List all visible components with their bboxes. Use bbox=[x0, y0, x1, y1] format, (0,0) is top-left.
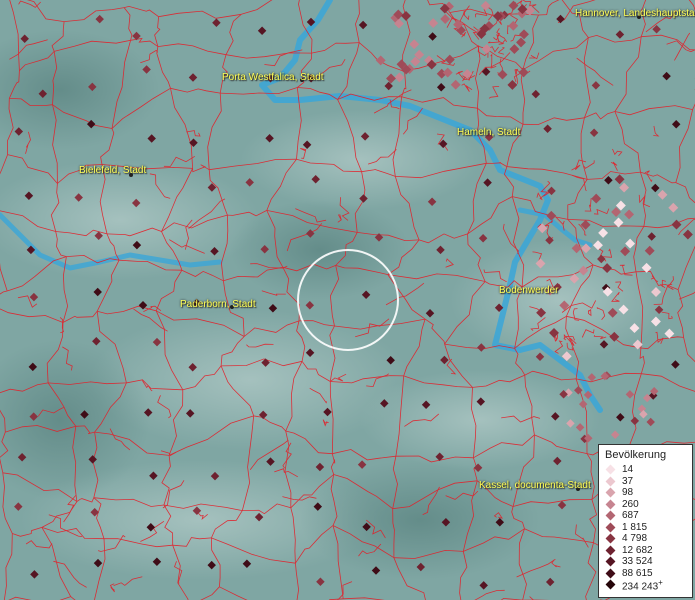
city-label-paderborn[interactable]: Paderborn, Stadt bbox=[180, 299, 256, 310]
legend-swatch bbox=[605, 487, 616, 498]
legend-label: 260 bbox=[622, 498, 639, 510]
legend-swatch bbox=[605, 545, 616, 556]
legend-class: 12 682 bbox=[605, 545, 686, 557]
legend-label: 98 bbox=[622, 487, 634, 499]
legend-label: 4 798 bbox=[622, 533, 648, 545]
legend-swatch bbox=[605, 533, 616, 544]
city-label-porta-westfalica[interactable]: Porta Westfalica, Stadt bbox=[222, 72, 324, 83]
legend-class: 234 243+ bbox=[605, 577, 686, 592]
legend-class: 37 bbox=[605, 476, 686, 488]
legend-label: 1 815 bbox=[622, 521, 648, 533]
legend-swatch bbox=[605, 464, 616, 475]
legend-class: 14 bbox=[605, 464, 686, 476]
legend-label: 234 243+ bbox=[622, 577, 663, 592]
legend-class: 687 bbox=[605, 510, 686, 522]
legend-swatch bbox=[605, 476, 616, 487]
legend-title: Bevölkerung bbox=[605, 449, 667, 461]
legend-swatch bbox=[605, 556, 616, 567]
legend-class: 4 798 bbox=[605, 533, 686, 545]
legend-class: 260 bbox=[605, 499, 686, 511]
legend-swatch bbox=[605, 579, 616, 590]
city-label-bielefeld[interactable]: Bielefeld, Stadt bbox=[79, 165, 146, 176]
legend-label: 12 682 bbox=[622, 544, 653, 556]
city-label-bodenwerder[interactable]: Bodenwerder bbox=[499, 285, 558, 296]
legend-class: 98 bbox=[605, 487, 686, 499]
legend-class: 33 524 bbox=[605, 556, 686, 568]
map-canvas[interactable]: Hannover, Landeshauptstadt Porta Westfal… bbox=[0, 0, 695, 600]
legend-class: 1 815 bbox=[605, 522, 686, 534]
legend-swatch bbox=[605, 499, 616, 510]
legend-swatch bbox=[605, 522, 616, 533]
legend-swatch bbox=[605, 568, 616, 579]
terrain-layer bbox=[0, 0, 695, 600]
city-label-hameln[interactable]: Hameln, Stadt bbox=[457, 127, 520, 138]
legend: Bevölkerung 14 37 98 260 687 1 815 4 798 12 682… bbox=[598, 444, 693, 598]
legend-label: 687 bbox=[622, 510, 639, 522]
city-label-kassel[interactable]: Kassel, documenta-Stadt bbox=[479, 480, 591, 491]
legend-label: 14 bbox=[622, 464, 634, 476]
legend-swatch bbox=[605, 510, 616, 521]
legend-label: 37 bbox=[622, 475, 634, 487]
legend-label: 33 524 bbox=[622, 556, 653, 568]
city-label-hannover[interactable]: Hannover, Landeshauptstadt bbox=[575, 8, 695, 19]
legend-plus: + bbox=[658, 577, 663, 587]
